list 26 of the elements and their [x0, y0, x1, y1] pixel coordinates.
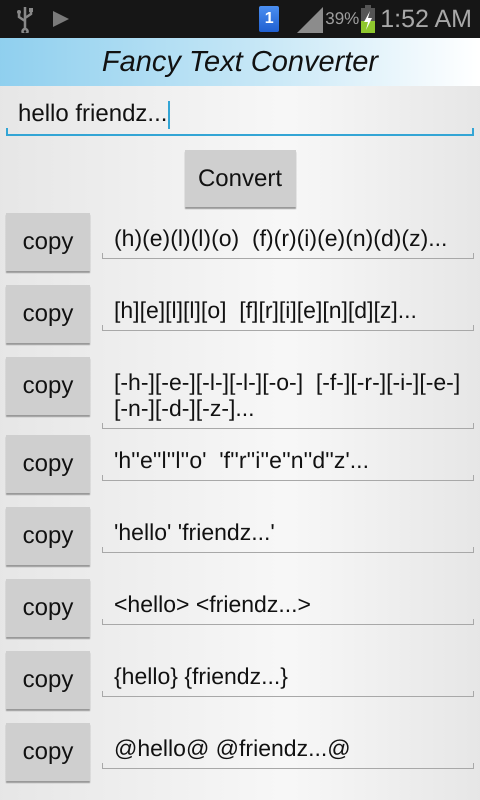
convert-button[interactable]: Convert — [184, 150, 296, 207]
copy-button[interactable]: copy — [6, 507, 90, 565]
result-field[interactable]: 'h''e''l''l''o' 'f''r''i''e''n''d''z'... — [102, 435, 474, 481]
copy-button[interactable]: copy — [6, 651, 90, 709]
result-field[interactable]: <hello> <friendz...> — [102, 579, 474, 625]
battery-percentage: 39% — [325, 9, 360, 29]
result-field[interactable]: [h][e][l][l][o] [f][r][i][e][n][d][z]... — [102, 285, 474, 331]
copy-button[interactable]: copy — [6, 285, 90, 343]
result-field[interactable]: @hello@ @friendz...@ — [102, 723, 474, 769]
clock: 1:52 AM — [380, 4, 472, 34]
app-title: Fancy Text Converter — [102, 46, 378, 78]
play-icon — [52, 10, 70, 28]
result-field[interactable]: [-h-][-e-][-l-][-l-][-o-] [-f-][-r-][-i-][-e-][-n-][-d-][-z-]... — [102, 357, 474, 429]
copy-button[interactable]: copy — [6, 723, 90, 781]
battery-charging-icon — [361, 5, 376, 33]
usb-icon — [14, 5, 36, 33]
text-input[interactable]: hello friendz... — [6, 94, 474, 136]
signal-icon — [295, 5, 324, 33]
result-field[interactable]: {hello} {friendz...} — [102, 651, 474, 697]
copy-button[interactable]: copy — [6, 579, 90, 637]
result-field[interactable]: 'hello' 'friendz...' — [102, 507, 474, 553]
copy-button[interactable]: copy — [6, 357, 90, 415]
copy-button[interactable]: copy — [6, 435, 90, 493]
copy-button[interactable]: copy — [6, 213, 90, 271]
notification-icon: 1 — [259, 6, 280, 32]
result-field[interactable]: (h)(e)(l)(l)(o) (f)(r)(i)(e)(n)(d)(z)... — [102, 213, 474, 259]
